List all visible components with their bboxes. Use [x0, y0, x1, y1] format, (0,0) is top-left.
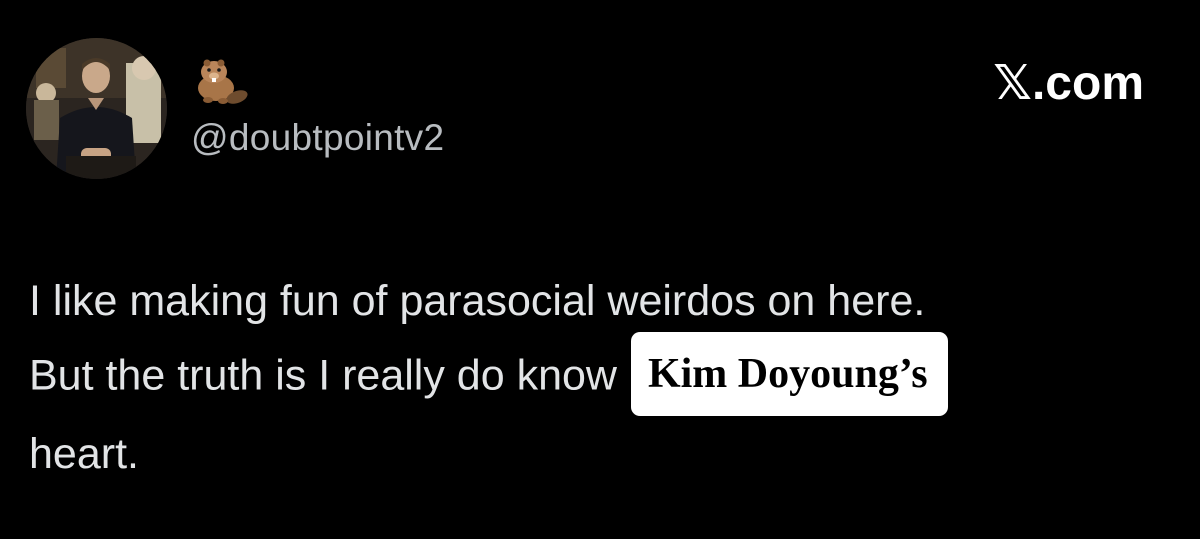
tweet-line: But the truth is I really do know Kim Doy…	[29, 332, 1179, 420]
tweet-line: heart.	[29, 430, 139, 478]
tweet-text: I like making fun of parasocial weirdos …	[29, 267, 1179, 489]
display-name-beaver-icon	[190, 48, 250, 108]
name-sticker: Kim Doyoung’s	[630, 332, 948, 416]
tweet-line: I like making fun of parasocial weirdos …	[29, 277, 926, 325]
user-handle[interactable]: @doubtpointv2	[191, 117, 444, 159]
avatar-photo	[26, 38, 167, 179]
x-com-logo: 𝕏.com	[993, 57, 1144, 110]
tweet-line-text: But the truth is I really do know	[29, 351, 617, 400]
avatar[interactable]	[26, 38, 167, 179]
